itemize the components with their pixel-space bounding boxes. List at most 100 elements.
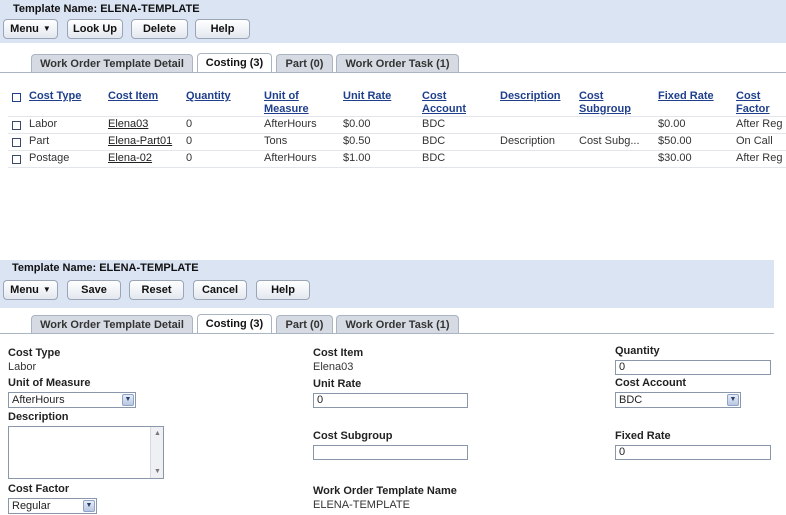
cell-fixed-rate: $50.00 (658, 135, 692, 147)
quantity-input[interactable]: 0 (615, 360, 771, 375)
row-checkbox[interactable] (12, 121, 21, 130)
menu-dropdown-icon: ▼ (42, 24, 51, 33)
col-header-quantity[interactable]: Quantity (186, 90, 231, 103)
unit-rate-label: Unit Rate (313, 378, 362, 390)
cell-description: Description (500, 135, 556, 147)
bottom-menu-button[interactable]: Menu ▼ (3, 280, 58, 300)
tab-work-order-template-detail[interactable]: Work Order Template Detail (31, 54, 193, 73)
col-header-cost-account-line2: Account (422, 103, 466, 115)
col-header-cost-factor-line2: Factor (736, 103, 770, 115)
col-header-cost-account[interactable]: Cost Account (422, 90, 466, 116)
cell-cost-account: BDC (422, 118, 446, 130)
cost-factor-select[interactable]: Regular ▼ (8, 498, 97, 514)
row-checkbox[interactable] (12, 138, 21, 147)
tab-part[interactable]: Part (0) (276, 315, 333, 334)
bottom-template-name: Template Name: ELENA-TEMPLATE (12, 262, 199, 274)
col-header-unit-of-measure[interactable]: Unit of Measure (264, 90, 309, 116)
tab-costing[interactable]: Costing (3) (197, 314, 272, 334)
col-header-cost-factor[interactable]: Cost Factor (736, 90, 770, 116)
top-help-button[interactable]: Help (195, 19, 250, 39)
top-template-name: Template Name: ELENA-TEMPLATE (13, 3, 200, 15)
cell-unit-rate: $0.50 (343, 135, 371, 147)
col-header-uom-line1: Unit of (264, 90, 299, 102)
tab-work-order-template-detail[interactable]: Work Order Template Detail (31, 315, 193, 334)
top-menu-button[interactable]: Menu ▼ (3, 19, 58, 39)
cost-subgroup-input[interactable] (313, 445, 468, 460)
col-header-cost-account-line1: Cost (422, 90, 447, 102)
cell-cost-item-link[interactable]: Elena-02 (108, 152, 152, 165)
scroll-down-icon[interactable]: ▼ (152, 466, 163, 477)
cost-account-select[interactable]: BDC ▼ (615, 392, 741, 408)
fixed-rate-input[interactable]: 0 (615, 445, 771, 460)
cost-account-select-value: BDC (619, 394, 643, 406)
cell-unit-of-measure: AfterHours (264, 152, 317, 164)
row-separator (8, 150, 786, 151)
select-all-checkbox[interactable] (12, 93, 21, 102)
bottom-menu-label: Menu (10, 284, 39, 296)
cell-cost-factor: On Call (736, 135, 773, 147)
cell-cost-item-link[interactable]: Elena03 (108, 118, 148, 131)
reset-button[interactable]: Reset (129, 280, 184, 300)
cost-account-label: Cost Account (615, 377, 687, 389)
col-header-cost-subgroup[interactable]: Cost Subgroup (579, 90, 631, 116)
cell-fixed-rate: $0.00 (658, 118, 686, 130)
row-checkbox[interactable] (12, 155, 21, 164)
col-header-unit-rate[interactable]: Unit Rate (343, 90, 391, 103)
scroll-up-icon[interactable]: ▲ (152, 428, 163, 439)
cell-quantity: 0 (186, 152, 193, 164)
save-button[interactable]: Save (67, 280, 121, 300)
cancel-button[interactable]: Cancel (193, 280, 247, 300)
cell-quantity: 0 (186, 135, 193, 147)
delete-button[interactable]: Delete (131, 19, 188, 39)
fixed-rate-label: Fixed Rate (615, 430, 671, 442)
cell-cost-type: Part (29, 135, 50, 147)
cell-unit-rate: $0.00 (343, 118, 371, 130)
bottom-help-button[interactable]: Help (256, 280, 310, 300)
row-separator (8, 133, 786, 134)
col-header-cost-factor-line1: Cost (736, 90, 761, 102)
wot-name-label: Work Order Template Name (313, 485, 457, 497)
tab-costing[interactable]: Costing (3) (197, 53, 272, 73)
description-scrollbar[interactable]: ▲ ▼ (150, 427, 163, 478)
col-header-fixed-rate[interactable]: Fixed Rate (658, 90, 714, 103)
chevron-down-icon[interactable]: ▼ (122, 394, 134, 406)
cost-type-label: Cost Type (8, 347, 61, 359)
unit-rate-input[interactable]: 0 (313, 393, 468, 408)
col-header-cost-subgroup-line1: Cost (579, 90, 604, 102)
cell-unit-of-measure: AfterHours (264, 118, 317, 130)
uom-select[interactable]: AfterHours ▼ (8, 392, 136, 408)
tab-work-order-task[interactable]: Work Order Task (1) (336, 315, 459, 334)
description-label: Description (8, 411, 69, 423)
col-header-uom-line2: Measure (264, 103, 309, 115)
cost-factor-select-value: Regular (12, 500, 51, 512)
cell-fixed-rate: $30.00 (658, 152, 692, 164)
cell-unit-of-measure: Tons (264, 135, 288, 147)
cost-type-value: Labor (8, 361, 37, 373)
bottom-tab-underline (0, 333, 774, 334)
cost-factor-label: Cost Factor (8, 483, 70, 495)
tab-work-order-task[interactable]: Work Order Task (1) (336, 54, 459, 73)
col-header-cost-subgroup-line2: Subgroup (579, 103, 631, 115)
header-separator (8, 116, 786, 117)
chevron-down-icon[interactable]: ▼ (83, 500, 95, 512)
cost-subgroup-label: Cost Subgroup (313, 430, 393, 442)
quantity-label: Quantity (615, 345, 660, 357)
col-header-cost-type[interactable]: Cost Type (29, 90, 81, 103)
cell-unit-rate: $1.00 (343, 152, 371, 164)
cell-cost-type: Postage (29, 152, 70, 164)
cell-quantity: 0 (186, 118, 193, 130)
tab-part[interactable]: Part (0) (276, 54, 333, 73)
uom-label: Unit of Measure (8, 377, 91, 389)
row-separator (8, 167, 786, 168)
lookup-button[interactable]: Look Up (67, 19, 123, 39)
uom-select-value: AfterHours (12, 394, 65, 406)
col-header-cost-item[interactable]: Cost Item (108, 90, 158, 103)
description-textarea[interactable]: ▲ ▼ (8, 426, 164, 479)
cell-cost-account: BDC (422, 135, 446, 147)
cell-cost-factor: After Reg (736, 152, 783, 164)
chevron-down-icon[interactable]: ▼ (727, 394, 739, 406)
cell-cost-type: Labor (29, 118, 58, 130)
cell-cost-item-link[interactable]: Elena-Part01 (108, 135, 172, 148)
col-header-description[interactable]: Description (500, 90, 561, 103)
wot-name-value: ELENA-TEMPLATE (313, 499, 410, 511)
